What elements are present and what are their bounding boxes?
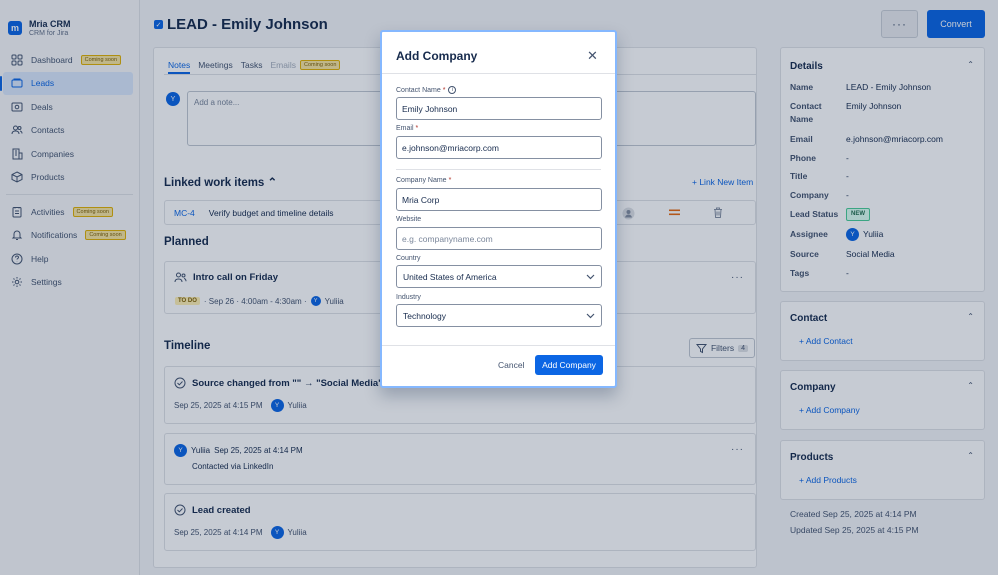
country-value: United States of America <box>403 271 497 282</box>
company-name-label: Company Name * <box>396 177 451 184</box>
info-icon[interactable]: i <box>448 86 457 94</box>
contact-name-label-text: Contact Name <box>396 86 441 94</box>
contact-name-label: Contact Name * i <box>396 86 457 94</box>
add-company-submit-button[interactable]: Add Company <box>535 355 603 375</box>
industry-value: Technology <box>403 310 447 321</box>
industry-select[interactable]: Technology <box>396 304 602 327</box>
email-field[interactable] <box>396 136 602 159</box>
country-label-text: Country <box>396 255 421 262</box>
email-label-text: Email <box>396 125 414 132</box>
add-company-dialog: Add Company ✕ Contact Name*i Email* Comp… <box>380 30 617 388</box>
industry-label-text: Industry <box>396 294 421 301</box>
chevron-down-icon <box>586 274 595 280</box>
required-marker: * <box>442 86 446 94</box>
dialog-title: Add Company <box>396 49 478 63</box>
country-label: Country <box>396 255 421 262</box>
website-label: Website <box>396 216 421 223</box>
company-name-label-text: Company Name <box>396 177 447 184</box>
country-select[interactable]: United States of America <box>396 265 602 288</box>
section-divider <box>396 169 601 170</box>
cancel-button[interactable]: Cancel <box>492 356 530 374</box>
close-icon[interactable]: ✕ <box>587 48 598 64</box>
website-field[interactable] <box>396 227 602 250</box>
contact-name-field[interactable] <box>396 97 602 120</box>
dialog-divider <box>382 73 615 74</box>
required-marker: * <box>415 125 419 132</box>
email-label: Email * <box>396 125 418 132</box>
dialog-footer-divider <box>382 345 615 346</box>
website-label-text: Website <box>396 216 422 223</box>
industry-label: Industry <box>396 294 421 301</box>
company-name-field[interactable] <box>396 188 602 211</box>
required-marker: * <box>448 177 452 184</box>
chevron-down-icon <box>586 313 595 319</box>
